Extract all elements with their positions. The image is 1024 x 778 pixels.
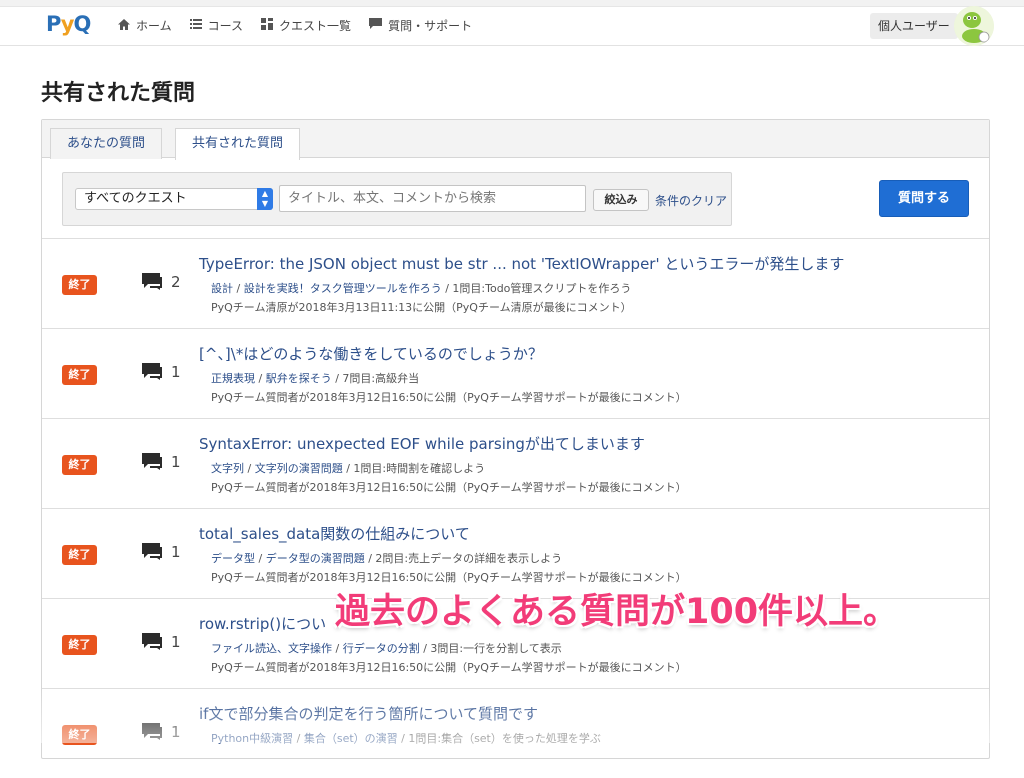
tab-bar: あなたの質問 共有された質問: [42, 120, 989, 160]
nav-course-label: コース: [207, 19, 244, 33]
nav-home[interactable]: ホーム: [118, 17, 172, 34]
main-nav: ホーム コース クエスト一覧 質問・サポート: [118, 17, 472, 34]
breadcrumb-quest-link[interactable]: 文字列の演習問題: [255, 462, 343, 475]
question-meta: PyQチーム質問者が2018年3月12日16:50に公開（PyQチーム学習サポー…: [211, 391, 687, 404]
comment-icon: [142, 363, 162, 380]
comment-icon: [142, 453, 162, 470]
question-meta: PyQチーム質問者が2018年3月12日16:50に公開（PyQチーム学習サポー…: [211, 481, 687, 494]
list-icon: [189, 19, 202, 32]
question-title-link[interactable]: TypeError: the JSON object must be str .…: [199, 253, 844, 274]
breadcrumb-course-link[interactable]: Python中級演習: [211, 732, 293, 745]
comment-count: 1: [171, 363, 181, 381]
pyq-logo[interactable]: PyQ: [46, 12, 91, 36]
breadcrumb-quest-link[interactable]: 行データの分割: [343, 642, 420, 655]
status-badge: 終了: [62, 635, 97, 655]
filter-box: すべてのクエスト ▲▼ 絞込み 条件のクリア: [62, 172, 732, 226]
comment-icon: [369, 18, 383, 33]
comment-count: 1: [171, 723, 181, 741]
grid-icon: [261, 18, 274, 33]
avatar[interactable]: [954, 6, 994, 46]
comment-icon: [142, 273, 162, 290]
snake-mascot-icon: [954, 6, 994, 46]
question-meta: PyQチーム清原が2018年3月13日11:13に公開（PyQチーム清原が最後に…: [211, 301, 632, 314]
breadcrumb-quest-link[interactable]: 集合（set）の演習: [304, 732, 398, 745]
status-badge: 終了: [62, 275, 97, 295]
questions-panel: あなたの質問 共有された質問 すべてのクエスト ▲▼ 絞込み 条件のクリア 質問…: [41, 119, 990, 759]
narrow-button[interactable]: 絞込み: [593, 189, 649, 211]
question-meta: PyQチーム質問者が2018年3月12日16:50に公開（PyQチーム学習サポー…: [211, 661, 687, 674]
question-breadcrumb: データ型 / データ型の演習問題 / 2問目:売上データの詳細を表示しよう: [211, 552, 563, 565]
breadcrumb-course-link[interactable]: 設計: [211, 282, 233, 295]
breadcrumb-problem: 1問目:時間割を確認しよう: [353, 462, 486, 475]
comment-count: 1: [171, 633, 181, 651]
tab-my-questions[interactable]: あなたの質問: [50, 128, 163, 159]
ask-question-button[interactable]: 質問する: [879, 180, 969, 217]
top-navbar: PyQ ホーム コース クエスト一覧 質問・サポート 個人ユーザー: [0, 0, 1024, 46]
question-title-link[interactable]: if文で部分集合の判定を行う箇所について質問です: [199, 703, 538, 724]
home-icon: [118, 18, 130, 33]
question-title-link[interactable]: [^、]\*はどのような働きをしているのでしょうか？: [199, 343, 543, 364]
question-row: 終了 2 TypeError: the JSON object must be …: [42, 238, 989, 328]
status-badge: 終了: [62, 545, 97, 565]
search-input[interactable]: [279, 185, 586, 212]
question-row: 終了 1 SyntaxError: unexpected EOF while p…: [42, 418, 989, 508]
comment-count: 1: [171, 543, 181, 561]
comment-icon: [142, 723, 162, 740]
question-breadcrumb: 正規表現 / 駅弁を探そう / 7問目:高級弁当: [211, 372, 420, 385]
question-row: 終了 1 [^、]\*はどのような働きをしているのでしょうか？ 正規表現 / 駅…: [42, 328, 989, 418]
quest-select[interactable]: すべてのクエスト ▲ ▼: [75, 188, 273, 210]
question-breadcrumb: Python中級演習 / 集合（set）の演習 / 1問目:集合（set）を使っ…: [211, 732, 601, 745]
breadcrumb-problem: 7問目:高級弁当: [342, 372, 420, 385]
page-title: 共有された質問: [41, 81, 196, 106]
breadcrumb-quest-link[interactable]: 設計を実践！タスク管理ツールを作ろう: [244, 282, 442, 295]
status-badge: 終了: [62, 365, 97, 385]
breadcrumb-course-link[interactable]: データ型: [211, 552, 255, 565]
nav-home-label: ホーム: [136, 19, 172, 33]
comment-icon: [142, 543, 162, 560]
quest-select-value: すべてのクエスト: [84, 191, 187, 206]
breadcrumb-quest-link[interactable]: データ型の演習問題: [266, 552, 365, 565]
breadcrumb-problem: 1問目:Todo管理スクリプトを作ろう: [452, 282, 632, 295]
comment-count: 1: [171, 453, 181, 471]
question-breadcrumb: 設計 / 設計を実践！タスク管理ツールを作ろう / 1問目:Todo管理スクリプ…: [211, 282, 632, 295]
breadcrumb-course-link[interactable]: 文字列: [211, 462, 244, 475]
nav-support[interactable]: 質問・サポート: [369, 17, 472, 34]
nav-support-label: 質問・サポート: [388, 19, 473, 33]
clear-filter-link[interactable]: 条件のクリア: [655, 192, 727, 209]
question-breadcrumb: ファイル読込、文字操作 / 行データの分割 / 3問目:一行を分割して表示: [211, 642, 562, 655]
question-title-link[interactable]: SyntaxError: unexpected EOF while parsin…: [199, 433, 645, 454]
question-title-link[interactable]: row.rstrip()につい: [199, 613, 326, 634]
nav-course[interactable]: コース: [189, 17, 244, 34]
tab-shared-questions[interactable]: 共有された質問: [175, 128, 301, 160]
status-badge: 終了: [62, 725, 97, 745]
question-title-link[interactable]: total_sales_data関数の仕組みについて: [199, 523, 470, 544]
status-badge: 終了: [62, 455, 97, 475]
breadcrumb-problem: 1問目:集合（set）を使った処理を学ぶ: [408, 732, 601, 745]
breadcrumb-problem: 3問目:一行を分割して表示: [430, 642, 562, 655]
question-breadcrumb: 文字列 / 文字列の演習問題 / 1問目:時間割を確認しよう: [211, 462, 486, 475]
promo-overlay-caption: 過去のよくある質問が100件以上。: [335, 592, 899, 632]
question-row: 終了 1 if文で部分集合の判定を行う箇所について質問です Python中級演習…: [42, 688, 989, 778]
nav-quests-label: クエスト一覧: [279, 19, 352, 33]
user-menu-button[interactable]: 個人ユーザー: [870, 13, 958, 39]
breadcrumb-course-link[interactable]: ファイル読込、文字操作: [211, 642, 332, 655]
comment-count: 2: [171, 273, 181, 291]
select-arrows-icon: ▲ ▼: [257, 188, 273, 210]
breadcrumb-quest-link[interactable]: 駅弁を探そう: [266, 372, 332, 385]
breadcrumb-course-link[interactable]: 正規表現: [211, 372, 255, 385]
comment-icon: [142, 633, 162, 650]
breadcrumb-problem: 2問目:売上データの詳細を表示しよう: [375, 552, 563, 565]
nav-quests[interactable]: クエスト一覧: [261, 17, 351, 34]
